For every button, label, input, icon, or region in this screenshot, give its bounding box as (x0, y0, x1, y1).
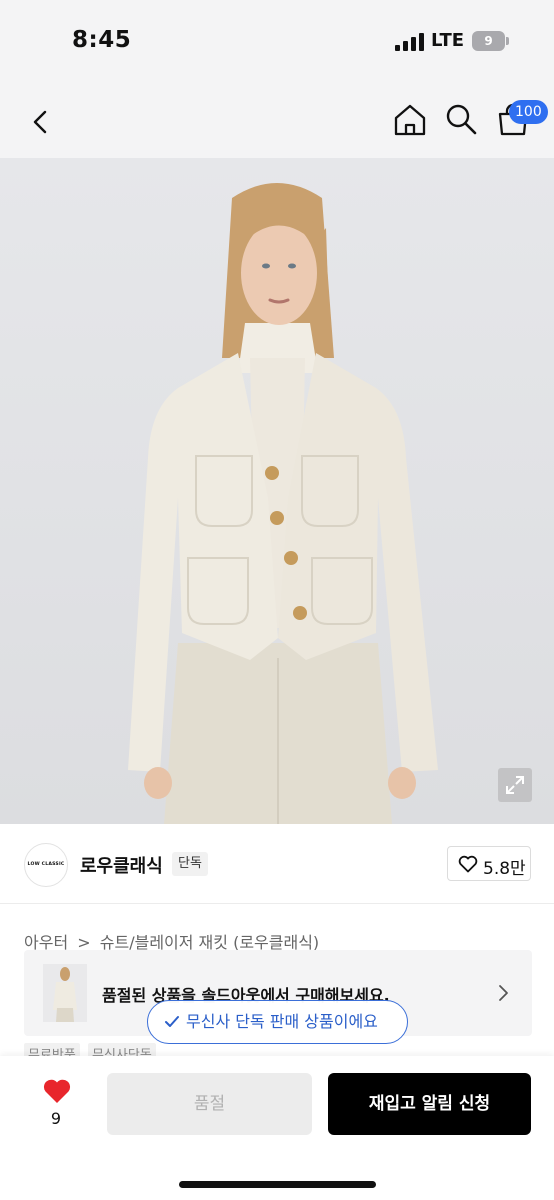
status-time: 8:45 (72, 27, 132, 53)
search-icon[interactable] (443, 101, 479, 137)
chevron-right-icon (499, 985, 508, 1001)
exclusive-tooltip[interactable]: 무신사 단독 판매 상품이에요 (147, 1000, 408, 1044)
model-illustration (0, 158, 554, 824)
brand-name[interactable]: 로우클래식 (80, 852, 163, 878)
restock-alert-button[interactable]: 재입고 알림 신청 (328, 1073, 531, 1135)
bottom-action-bar: 9 품절 재입고 알림 신청 (0, 1056, 554, 1200)
product-image[interactable] (0, 158, 554, 824)
brand-logo[interactable]: LOW CLASSIC (24, 843, 68, 887)
soldout-thumbnail (43, 964, 87, 1022)
home-indicator (179, 1181, 376, 1188)
check-icon (165, 1016, 179, 1027)
soldout-button[interactable]: 품절 (107, 1073, 312, 1135)
battery-level: 9 (472, 31, 505, 51)
exclusive-tooltip-text: 무신사 단독 판매 상품이에요 (186, 1012, 378, 1031)
heart-filled-icon[interactable] (42, 1077, 72, 1105)
back-icon[interactable] (22, 104, 58, 140)
expand-image-button[interactable] (498, 768, 532, 802)
signal-icon (395, 33, 424, 51)
top-nav-bar (0, 84, 554, 158)
expand-icon (506, 776, 524, 794)
wish-count: 9 (50, 1109, 62, 1128)
status-bar: 8:45 LTE 9 (0, 0, 554, 84)
battery-icon: 9 (472, 31, 509, 51)
battery-tip (506, 37, 509, 45)
brand-row: LOW CLASSIC 로우클래식 단독 5.8만 (0, 824, 554, 904)
heart-outline-icon (458, 855, 478, 873)
brand-like-button[interactable]: 5.8만 (447, 846, 531, 881)
home-icon[interactable] (391, 101, 429, 139)
brand-like-count: 5.8만 (483, 859, 526, 879)
network-label: LTE (431, 30, 465, 51)
cart-count-badge: 100 (509, 100, 548, 124)
exclusive-badge: 단독 (172, 852, 208, 876)
